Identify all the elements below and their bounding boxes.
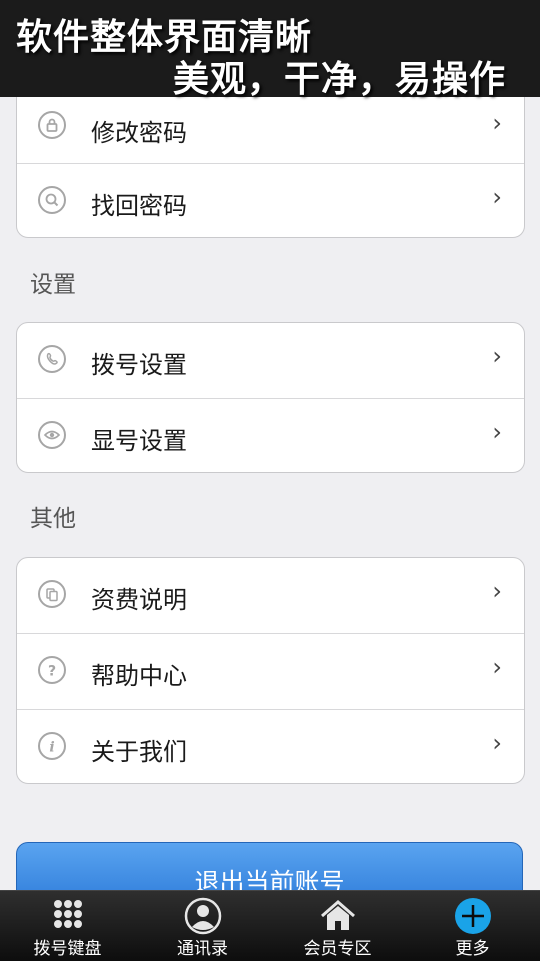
home-icon <box>320 900 355 930</box>
eye-icon <box>38 421 66 449</box>
tab-label: 拨号键盘 <box>33 939 102 959</box>
chevron-right-icon: › <box>492 577 502 605</box>
list-item-about-us[interactable]: i 关于我们 › <box>17 709 524 783</box>
tab-more[interactable]: 更多 <box>405 891 540 961</box>
tab-contacts[interactable]: 通讯录 <box>135 891 270 961</box>
list-item-recover-password[interactable]: 找回密码 › <box>17 163 524 237</box>
svg-text:i: i <box>49 740 54 756</box>
lock-icon <box>38 111 66 139</box>
list-item-label: 修改密码 <box>91 119 187 147</box>
copy-icon <box>38 580 66 608</box>
section-title-settings: 设置 <box>30 272 76 298</box>
info-icon: i <box>38 732 66 760</box>
tab-label: 会员专区 <box>303 939 372 959</box>
list-item-label: 找回密码 <box>91 192 187 220</box>
chevron-right-icon: › <box>492 183 502 211</box>
banner-line-2: 美观，干净，易操作 <box>172 59 506 100</box>
dialpad-icon <box>53 900 82 928</box>
account-group: 修改密码 › 找回密码 › <box>16 86 525 238</box>
chevron-right-icon: › <box>492 729 502 757</box>
chevron-right-icon: › <box>492 109 502 137</box>
search-icon <box>38 186 66 214</box>
svg-text:?: ? <box>48 664 56 680</box>
tab-member-zone[interactable]: 会员专区 <box>270 891 405 961</box>
list-item-label: 显号设置 <box>91 427 187 455</box>
chevron-right-icon: › <box>492 342 502 370</box>
list-item-label: 拨号设置 <box>91 351 187 379</box>
list-item-label: 资费说明 <box>91 586 187 614</box>
section-title-other: 其他 <box>30 506 76 532</box>
more-plus-icon <box>454 898 491 934</box>
chevron-right-icon: › <box>492 653 502 681</box>
chevron-right-icon: › <box>492 418 502 446</box>
other-group: 资费说明 › ? 帮助中心 › i 关于我们 › <box>16 557 525 784</box>
list-item-dial-settings[interactable]: 拨号设置 › <box>17 323 524 398</box>
list-item-caller-id-settings[interactable]: 显号设置 › <box>17 398 524 472</box>
list-item-label: 关于我们 <box>91 738 187 766</box>
tab-dialpad[interactable]: 拨号键盘 <box>0 891 135 961</box>
bottom-tab-bar: 拨号键盘 通讯录 会员专区 更多 <box>0 890 540 961</box>
phone-icon <box>38 345 66 373</box>
contacts-icon <box>184 897 221 935</box>
tab-label: 更多 <box>455 939 490 959</box>
list-item-label: 帮助中心 <box>91 662 187 690</box>
settings-group: 拨号设置 › 显号设置 › <box>16 322 525 473</box>
help-icon: ? <box>38 656 66 684</box>
list-item-pricing[interactable]: 资费说明 › <box>17 558 524 633</box>
tab-label: 通讯录 <box>177 939 228 959</box>
promo-banner: 软件整体界面清晰 美观，干净，易操作 <box>0 0 540 100</box>
list-item-help-center[interactable]: ? 帮助中心 › <box>17 633 524 709</box>
